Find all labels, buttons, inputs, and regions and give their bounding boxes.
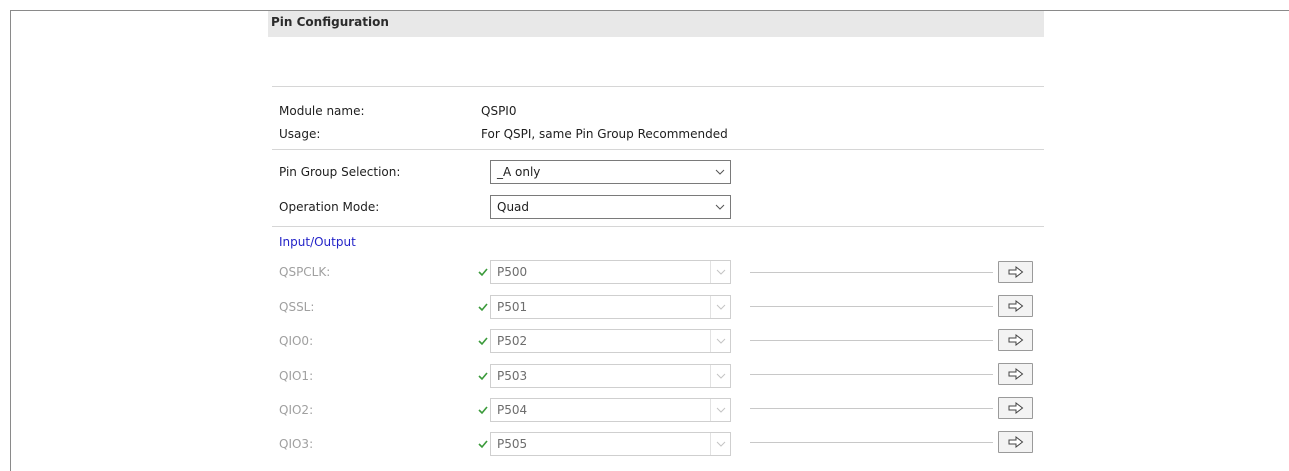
chevron-down-icon: [710, 365, 730, 387]
pin-group-selection-value: _A only: [497, 165, 541, 179]
navigate-pin-button[interactable]: [998, 261, 1033, 283]
chevron-down-icon: [710, 261, 730, 283]
checkmark-icon: [478, 440, 488, 449]
input-output-section-title: Input/Output: [279, 235, 356, 249]
module-name-label: Module name:: [279, 104, 365, 118]
checkmark-icon: [478, 337, 488, 346]
divider: [272, 226, 1044, 227]
arrow-right-icon: [1008, 300, 1024, 312]
arrow-right-icon: [1008, 402, 1024, 414]
pin-select-value: P501: [497, 300, 528, 314]
connector-line: [750, 340, 993, 341]
chevron-down-icon: [710, 330, 730, 352]
pin-select-qio1: P503: [490, 364, 731, 388]
pin-select-qio2: P504: [490, 398, 731, 422]
checkmark-icon: [478, 268, 488, 277]
pin-label-qio2: QIO2:: [279, 403, 314, 417]
chevron-down-icon: [710, 399, 730, 421]
arrow-right-icon: [1008, 266, 1024, 278]
connector-line: [750, 374, 993, 375]
pin-label-qspclk: QSPCLK:: [279, 265, 331, 279]
pin-select-value: P505: [497, 437, 528, 451]
checkmark-icon: [478, 303, 488, 312]
usage-label: Usage:: [279, 127, 321, 141]
panel-title: Pin Configuration: [271, 15, 389, 29]
window-left-border: [10, 10, 11, 471]
pin-label-qssl: QSSL:: [279, 300, 315, 314]
navigate-pin-button[interactable]: [998, 295, 1033, 317]
pin-group-selection-dropdown[interactable]: _A only: [490, 160, 731, 184]
pin-select-qspclk: P500: [490, 260, 731, 284]
pin-label-qio0: QIO0:: [279, 334, 314, 348]
divider: [272, 149, 1044, 150]
operation-mode-label: Operation Mode:: [279, 200, 380, 214]
pin-select-value: P502: [497, 334, 528, 348]
operation-mode-dropdown[interactable]: Quad: [490, 195, 731, 219]
pin-label-qio1: QIO1:: [279, 369, 314, 383]
connector-line: [750, 272, 993, 273]
chevron-down-icon[interactable]: [710, 161, 730, 183]
panel-header: Pin Configuration: [268, 11, 1044, 37]
module-name-value: QSPI0: [481, 104, 517, 118]
checkmark-icon: [478, 406, 488, 415]
connector-line: [750, 408, 993, 409]
connector-line: [750, 306, 993, 307]
chevron-down-icon[interactable]: [710, 196, 730, 218]
divider: [272, 86, 1044, 87]
pin-select-value: P503: [497, 369, 528, 383]
chevron-down-icon: [710, 296, 730, 318]
arrow-right-icon: [1008, 368, 1024, 380]
navigate-pin-button[interactable]: [998, 363, 1033, 385]
navigate-pin-button[interactable]: [998, 431, 1033, 453]
operation-mode-value: Quad: [497, 200, 530, 214]
pin-select-qio0: P502: [490, 329, 731, 353]
pin-select-value: P504: [497, 403, 528, 417]
navigate-pin-button[interactable]: [998, 329, 1033, 351]
chevron-down-icon: [710, 433, 730, 455]
pin-label-qio3: QIO3:: [279, 437, 314, 451]
pin-select-qssl: P501: [490, 295, 731, 319]
navigate-pin-button[interactable]: [998, 397, 1033, 419]
usage-value: For QSPI, same Pin Group Recommended: [481, 127, 728, 141]
arrow-right-icon: [1008, 436, 1024, 448]
pin-select-qio3: P505: [490, 432, 731, 456]
arrow-right-icon: [1008, 334, 1024, 346]
pin-group-selection-label: Pin Group Selection:: [279, 165, 401, 179]
checkmark-icon: [478, 372, 488, 381]
pin-select-value: P500: [497, 265, 528, 279]
connector-line: [750, 442, 993, 443]
